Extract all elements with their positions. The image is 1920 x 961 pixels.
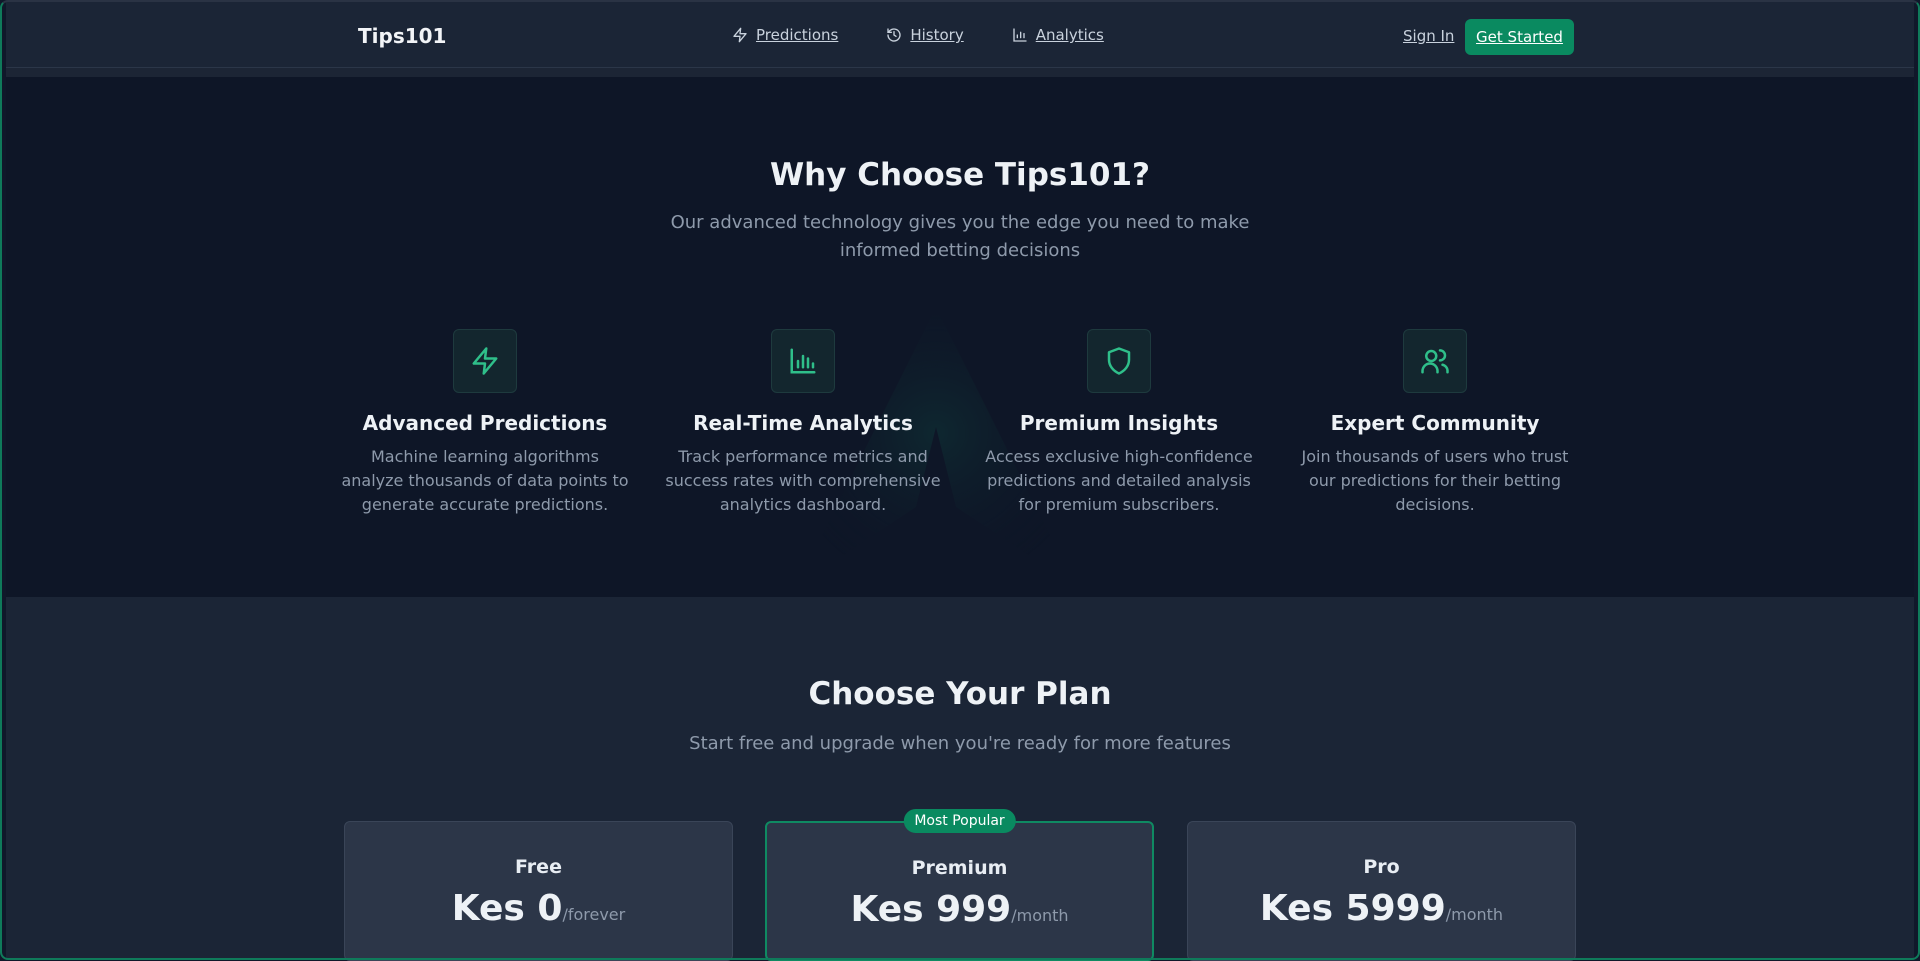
plan-price-amount: Kes 5999 — [1259, 888, 1446, 929]
features-title: Why Choose Tips101? — [769, 157, 1151, 193]
feature-icon-box — [453, 329, 517, 393]
shield-icon — [1107, 347, 1131, 375]
plan-price-amount: Kes 0 — [451, 888, 563, 929]
feature-card-premium-insights: Premium Insights Access exclusive high-c… — [974, 329, 1264, 517]
feature-description: Join thousands of users who trust our pr… — [1301, 447, 1569, 514]
plan-card-premium[interactable]: Most Popular Premium Kes 999/month — [765, 809, 1154, 961]
users-icon — [1421, 349, 1449, 374]
plan-name: Pro — [1363, 856, 1400, 878]
nav-history[interactable]: History — [886, 26, 964, 44]
bar-chart-icon — [790, 348, 816, 374]
feature-title: Advanced Predictions — [362, 411, 608, 435]
feature-description: Track performance metrics and success ra… — [665, 447, 941, 514]
get-started-button[interactable]: Get Started — [1465, 19, 1574, 55]
feature-title: Premium Insights — [1019, 411, 1219, 435]
feature-icon-box — [1403, 329, 1467, 393]
nav-history-label: History — [910, 26, 964, 44]
feature-card-real-time-analytics: Real-Time Analytics Track performance me… — [658, 329, 948, 517]
plan-card-free[interactable]: Free Kes 0/forever — [344, 821, 733, 961]
zap-icon — [472, 347, 498, 375]
main-nav: Predictions History Analytics — [732, 26, 1104, 44]
feature-icon-box — [771, 329, 835, 393]
nav-analytics[interactable]: Analytics — [1012, 26, 1104, 44]
feature-description: Machine learning algorithms analyze thou… — [341, 447, 629, 514]
plan-name: Premium — [911, 857, 1008, 879]
plan-price: Kes 999/month — [767, 889, 1152, 930]
sign-in-link[interactable]: Sign In — [1403, 27, 1454, 45]
plan-price-period: /month — [1445, 905, 1504, 924]
feature-icon-box — [1087, 329, 1151, 393]
plan-price-period: /forever — [562, 905, 626, 924]
header-divider — [6, 68, 1914, 77]
feature-card-expert-community: Expert Community Join thousands of users… — [1290, 329, 1580, 517]
features-section: Why Choose Tips101? Our advanced technol… — [6, 77, 1914, 597]
plans-subtitle: Start free and upgrade when you're ready… — [689, 733, 1231, 754]
features-subtitle: Our advanced technology gives you the ed… — [670, 212, 1250, 261]
zap-icon — [733, 27, 747, 43]
most-popular-badge: Most Popular — [903, 809, 1016, 833]
plan-card-pro[interactable]: Pro Kes 5999/month — [1187, 821, 1576, 961]
plan-price: Kes 0/forever — [345, 888, 732, 929]
plan-price: Kes 5999/month — [1188, 888, 1575, 929]
nav-predictions[interactable]: Predictions — [732, 26, 838, 44]
brand-logo[interactable]: Tips101 — [358, 24, 446, 48]
bar-chart-icon — [1013, 28, 1027, 42]
plans-title: Choose Your Plan — [808, 676, 1112, 712]
feature-card-advanced-predictions: Advanced Predictions Machine learning al… — [340, 329, 630, 517]
feature-title: Expert Community — [1330, 411, 1540, 435]
plan-price-amount: Kes 999 — [850, 889, 1012, 930]
feature-description: Access exclusive high-confidence predict… — [985, 447, 1253, 514]
plan-name: Free — [515, 856, 562, 878]
history-icon — [887, 28, 901, 42]
nav-predictions-label: Predictions — [756, 26, 839, 44]
plans-section: Choose Your Plan Start free and upgrade … — [6, 597, 1914, 961]
feature-title: Real-Time Analytics — [693, 411, 913, 435]
plan-price-period: /month — [1011, 906, 1069, 925]
nav-analytics-label: Analytics — [1035, 26, 1104, 44]
top-navbar: Tips101 Predictions History Analytics Si… — [6, 2, 1914, 68]
